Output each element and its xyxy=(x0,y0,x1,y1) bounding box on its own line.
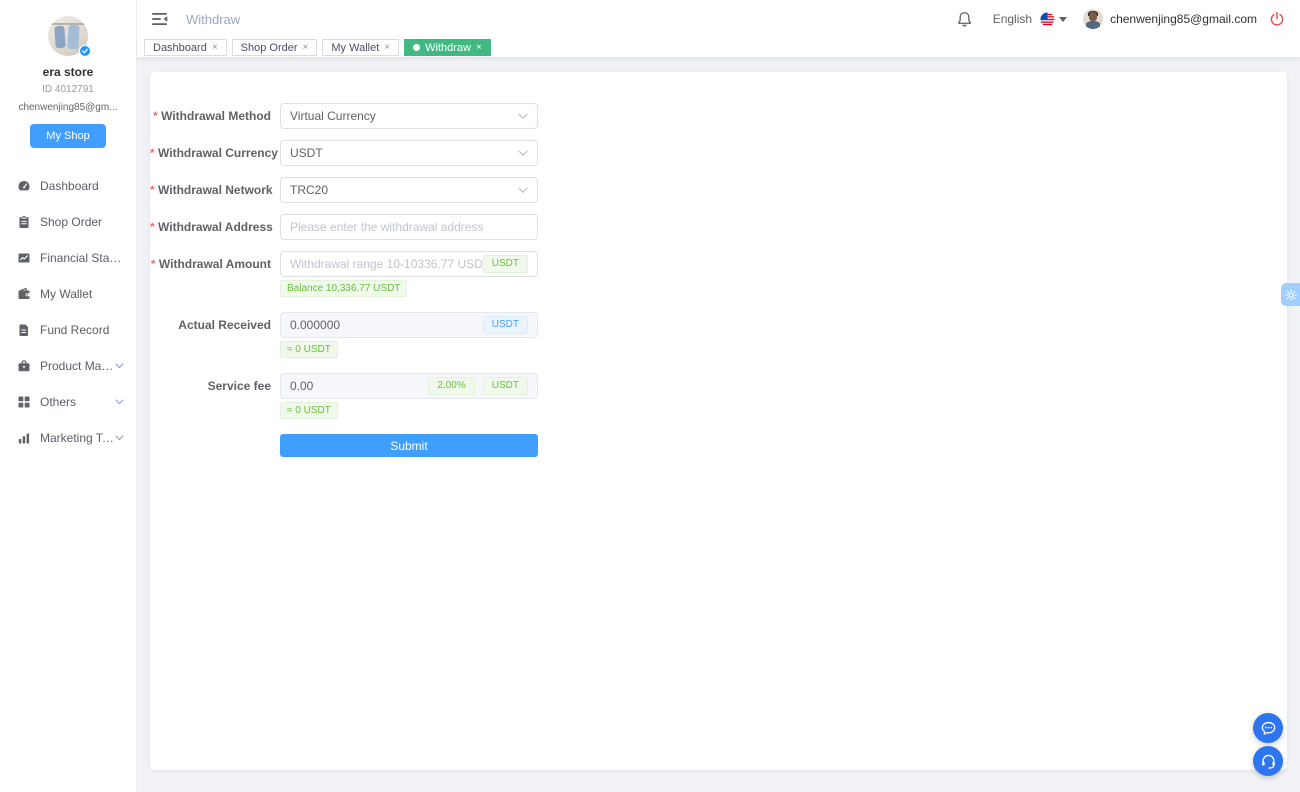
financial-statement-icon xyxy=(17,251,31,265)
logout-power-icon[interactable] xyxy=(1269,11,1285,27)
fee-rate-badge: 2.00% xyxy=(428,377,474,395)
chevron-down-icon xyxy=(115,399,124,405)
service-fee-row: Service fee 2.00% USDT xyxy=(150,373,1287,399)
actual-received-label: Actual Received xyxy=(150,312,280,338)
actual-received-row: Actual Received USDT xyxy=(150,312,1287,338)
sidebar-collapse-icon[interactable] xyxy=(152,12,168,26)
fund-record-icon xyxy=(17,323,31,337)
withdrawal-network-row: Withdrawal Network TRC20 xyxy=(150,177,1287,203)
marketing-tools-icon xyxy=(17,431,31,445)
customer-service-button[interactable] xyxy=(1253,746,1283,776)
service-fee-label: Service fee xyxy=(150,373,280,399)
withdrawal-currency-row: Withdrawal Currency USDT xyxy=(150,140,1287,166)
tab-dashboard[interactable]: Dashboard × xyxy=(144,39,227,56)
withdrawal-network-label: Withdrawal Network xyxy=(150,177,280,203)
service-fee-input xyxy=(290,379,428,393)
received-note-row: ≈ 0 USDT xyxy=(150,341,1287,358)
user-email: chenwenjing85@gmail.com xyxy=(1110,12,1257,26)
store-name: era store xyxy=(0,65,136,79)
balance-note-row: Balance 10,336.77 USDT xyxy=(150,280,1287,297)
verified-badge-icon xyxy=(79,45,91,57)
submit-button[interactable]: Submit xyxy=(280,434,538,457)
sidebar-item-others[interactable]: Others xyxy=(0,384,136,420)
content-area: Withdrawal Method Virtual Currency Withd… xyxy=(137,58,1300,792)
withdrawal-address-row: Withdrawal Address xyxy=(150,214,1287,240)
chevron-down-icon xyxy=(115,435,124,441)
language-label: English xyxy=(993,12,1032,26)
shop-order-icon xyxy=(17,215,31,229)
tab-withdraw[interactable]: Withdraw × xyxy=(404,39,491,56)
language-selector[interactable] xyxy=(1040,12,1067,27)
headset-icon xyxy=(1260,753,1277,770)
product-management-icon xyxy=(17,359,31,373)
sidebar-item-my-wallet[interactable]: My Wallet xyxy=(0,276,136,312)
withdrawal-amount-row: Withdrawal Amount USDT xyxy=(150,251,1287,277)
fee-approx-pill: ≈ 0 USDT xyxy=(280,402,338,419)
sidebar-item-shop-order[interactable]: Shop Order xyxy=(0,204,136,240)
fee-unit-badge: USDT xyxy=(483,377,528,395)
withdrawal-currency-select[interactable]: USDT xyxy=(280,140,538,166)
received-approx-pill: ≈ 0 USDT xyxy=(280,341,338,358)
submit-row: Submit xyxy=(150,434,1287,457)
close-icon[interactable]: × xyxy=(303,43,309,53)
sidebar-item-product-management[interactable]: Product Manag... xyxy=(0,348,136,384)
withdrawal-amount-input[interactable] xyxy=(290,257,483,271)
settings-drawer-handle[interactable] xyxy=(1281,283,1300,306)
withdraw-form-card: Withdrawal Method Virtual Currency Withd… xyxy=(150,72,1287,770)
withdrawal-address-label: Withdrawal Address xyxy=(150,214,280,240)
main-area: Withdraw English chenwenjing85@gmail.com… xyxy=(137,0,1300,792)
store-email: chenwenjing85@gm... xyxy=(0,102,136,113)
notification-bell-icon[interactable] xyxy=(956,11,973,28)
balance-pill: Balance 10,336.77 USDT xyxy=(280,280,407,297)
service-fee-field-box: 2.00% USDT xyxy=(280,373,538,399)
sidebar: era store ID 4012791 chenwenjing85@gm...… xyxy=(0,0,137,792)
close-icon[interactable]: × xyxy=(476,43,482,53)
close-icon[interactable]: × xyxy=(384,43,390,53)
withdrawal-method-select[interactable]: Virtual Currency xyxy=(280,103,538,129)
withdrawal-method-row: Withdrawal Method Virtual Currency xyxy=(150,103,1287,129)
tab-my-wallet[interactable]: My Wallet × xyxy=(322,39,399,56)
chat-bubble-icon xyxy=(1260,720,1277,737)
us-flag-icon xyxy=(1040,12,1055,27)
sidebar-item-dashboard[interactable]: Dashboard xyxy=(0,168,136,204)
withdrawal-address-field-box xyxy=(280,214,538,240)
sidebar-item-marketing-tools[interactable]: Marketing Tools xyxy=(0,420,136,456)
chevron-down-icon xyxy=(115,363,124,369)
store-id: ID 4012791 xyxy=(0,84,136,95)
withdrawal-currency-label: Withdrawal Currency xyxy=(150,140,280,166)
store-profile: era store ID 4012791 chenwenjing85@gm...… xyxy=(0,0,136,148)
breadcrumb: Withdraw xyxy=(186,12,240,27)
tags-view-bar: Dashboard × Shop Order × My Wallet × Wit… xyxy=(137,38,1300,58)
actual-received-input xyxy=(290,318,483,332)
chevron-down-icon xyxy=(518,113,528,120)
tab-shop-order[interactable]: Shop Order × xyxy=(232,39,318,56)
received-unit-badge: USDT xyxy=(483,316,528,334)
chevron-down-icon xyxy=(518,187,528,194)
sidebar-menu: Dashboard Shop Order Financial State... … xyxy=(0,168,136,456)
sidebar-item-fund-record[interactable]: Fund Record xyxy=(0,312,136,348)
withdrawal-network-select[interactable]: TRC20 xyxy=(280,177,538,203)
actual-received-field-box: USDT xyxy=(280,312,538,338)
gear-icon xyxy=(1285,289,1297,301)
caret-down-icon xyxy=(1059,17,1067,22)
amount-unit-badge: USDT xyxy=(483,255,528,273)
withdrawal-amount-label: Withdrawal Amount xyxy=(150,251,280,277)
fee-note-row: ≈ 0 USDT xyxy=(150,402,1287,419)
others-grid-icon xyxy=(17,395,31,409)
withdrawal-method-label: Withdrawal Method xyxy=(150,103,280,129)
close-icon[interactable]: × xyxy=(212,43,218,53)
top-navbar: Withdraw English chenwenjing85@gmail.com xyxy=(137,0,1300,38)
my-wallet-icon xyxy=(17,287,31,301)
my-shop-button[interactable]: My Shop xyxy=(30,124,105,148)
withdrawal-address-input[interactable] xyxy=(290,220,528,234)
user-avatar[interactable] xyxy=(1083,9,1103,29)
dashboard-icon xyxy=(17,179,31,193)
withdrawal-amount-field-box: USDT xyxy=(280,251,538,277)
chevron-down-icon xyxy=(518,150,528,157)
sidebar-item-financial-statement[interactable]: Financial State... xyxy=(0,240,136,276)
chat-button[interactable] xyxy=(1253,713,1283,743)
active-tab-dot xyxy=(413,44,420,51)
